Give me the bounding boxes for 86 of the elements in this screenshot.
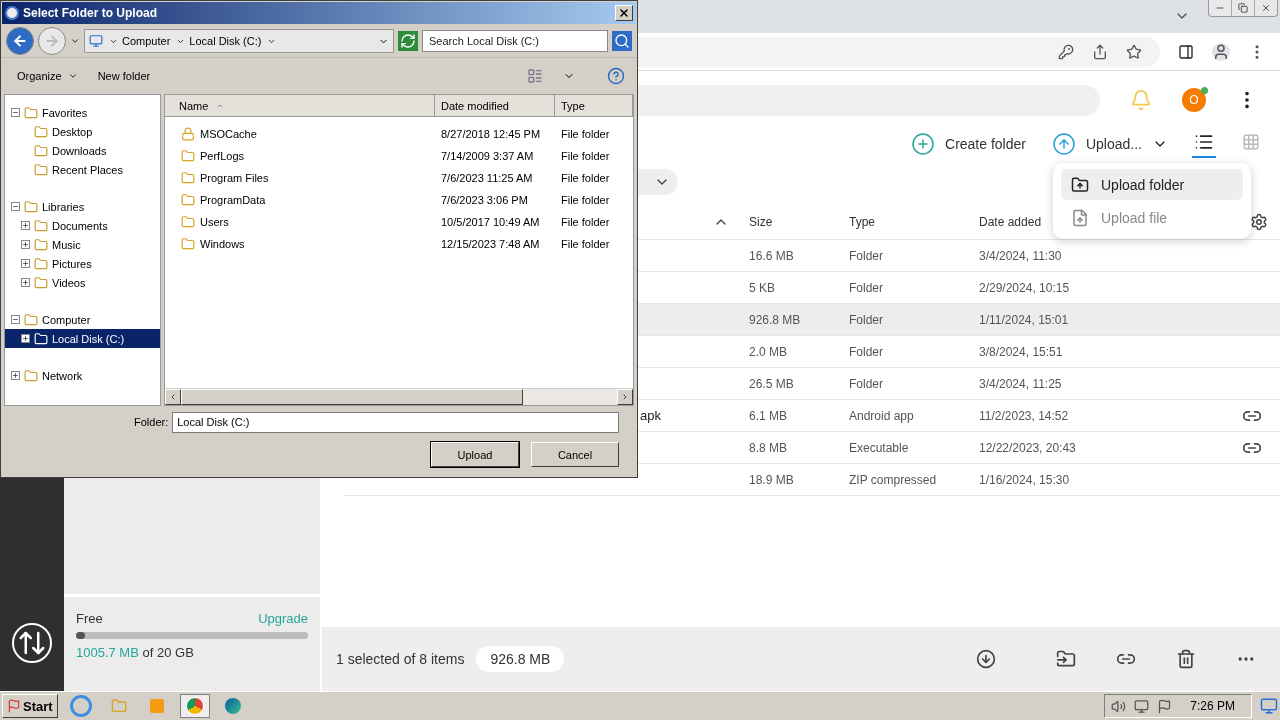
column-header[interactable]: Size: [749, 215, 849, 229]
date-cell-text: 7/6/2023 3:06 PM: [440, 194, 529, 206]
size-cell-text: 926.8 MB: [749, 312, 802, 327]
tree-item[interactable]: Favorites: [5, 103, 160, 122]
type-cell-text: File folder: [560, 128, 611, 140]
date-cell-text: 3/4/2024, 11:30: [979, 248, 1063, 263]
date-cell-text: 11/2/2023, 14:52: [979, 408, 1070, 423]
tree-item[interactable]: Music: [5, 235, 160, 254]
search-field[interactable]: Search Local Disk (C:): [422, 30, 608, 52]
tree-item[interactable]: Desktop: [5, 122, 160, 141]
tree-item[interactable]: Documents: [5, 216, 160, 235]
type-cell-text: Folder: [849, 280, 884, 295]
date-cell-text: 7/6/2023 11:25 AM: [440, 172, 534, 184]
date-cell-text: 1/11/2024, 15:01: [979, 312, 1070, 327]
tree-item[interactable]: Recent Places: [5, 160, 160, 179]
selection-count: 1 selected of 8 items: [336, 651, 465, 667]
date-cell-text: 12/15/2023 7:48 AM: [440, 238, 541, 250]
upload-button[interactable]: Upload...: [1051, 132, 1142, 156]
type-cell-text: File folder: [560, 172, 611, 184]
type-cell-text: File folder: [560, 238, 611, 250]
size-cell-text: 16.6 MB: [749, 248, 795, 263]
address-bar[interactable]: Computer Local Disk (C:): [84, 29, 394, 53]
type-cell-text: Executable: [849, 440, 910, 455]
date-cell-text: 7/14/2009 3:37 AM: [440, 150, 535, 162]
type-cell-text: File folder: [560, 216, 611, 228]
size-cell-text: 26.5 MB: [749, 376, 795, 391]
breadcrumb[interactable]: Computer: [122, 35, 171, 47]
file-name: MSOCache: [200, 128, 257, 140]
size-cell-text: 6.1 MB: [749, 408, 788, 423]
file-name: Users: [200, 216, 229, 228]
file-name: Program Files: [200, 172, 269, 184]
file-name: Windows: [200, 238, 245, 250]
date-cell-text: 3/8/2024, 15:51: [979, 344, 1064, 359]
type-cell-text: File folder: [560, 150, 611, 162]
column-header[interactable]: Name: [165, 95, 435, 116]
size-cell-text: 8.8 MB: [749, 440, 788, 455]
start-button[interactable]: Start: [2, 694, 58, 718]
plan-name: Free: [76, 611, 103, 626]
file-name: PerfLogs: [200, 150, 245, 162]
date-cell-text: 3/4/2024, 11:25: [979, 376, 1063, 391]
tree-item[interactable]: Downloads: [5, 141, 160, 160]
breadcrumb[interactable]: Local Disk (C:): [189, 35, 262, 47]
file-row[interactable]: Program Files 7/6/2023 11:25 AM File folder: [165, 167, 633, 189]
file-name: apk: [639, 408, 661, 423]
cancel-button[interactable]: Cancel: [531, 442, 619, 467]
upload-button[interactable]: Upload: [431, 442, 519, 467]
window-title: Select Folder to Upload: [23, 6, 157, 20]
column-header[interactable]: Type: [849, 215, 979, 229]
date-cell-text: 2/29/2024, 10:15: [979, 280, 1071, 295]
create-folder-button[interactable]: Create folder: [911, 132, 1026, 156]
menu-item[interactable]: Upload file: [1061, 202, 1243, 233]
file-row[interactable]: MSOCache 8/27/2018 12:45 PM File folder: [165, 123, 633, 145]
tree-item[interactable]: Videos: [5, 273, 160, 292]
date-cell-text: 8/27/2018 12:45 PM: [440, 128, 542, 140]
type-cell-text: File folder: [560, 194, 611, 206]
type-cell-text: ZIP compressed: [849, 472, 938, 487]
date-cell-text: 10/5/2017 10:49 AM: [440, 216, 541, 228]
type-cell-text: Folder: [849, 376, 884, 391]
column-header[interactable]: Type: [555, 95, 633, 116]
file-row[interactable]: ProgramData 7/6/2023 3:06 PM File folder: [165, 189, 633, 211]
file-name: ProgramData: [200, 194, 266, 206]
date-cell-text: 1/16/2024, 15:30: [979, 472, 1071, 487]
file-row[interactable]: Users 10/5/2017 10:49 AM File folder: [165, 211, 633, 233]
clock: 7:26 PM: [1190, 699, 1235, 713]
selection-size: 926.8 MB: [476, 646, 565, 672]
folder-label: Folder:: [134, 416, 169, 428]
tree-item[interactable]: Libraries: [5, 197, 160, 216]
folder-field[interactable]: Local Disk (C:): [172, 411, 619, 433]
storage-usage: 1005.7 MB of 20 GB: [76, 645, 195, 660]
type-cell-text: Android app: [849, 408, 915, 423]
tree-item[interactable]: Network: [5, 366, 160, 385]
menu-item[interactable]: Upload folder: [1061, 169, 1243, 200]
date-cell-text: 12/22/2023, 20:43: [979, 440, 1077, 455]
size-cell-text: 2.0 MB: [749, 344, 788, 359]
type-cell-text: Folder: [849, 312, 884, 327]
type-cell-text: Folder: [849, 248, 884, 263]
size-cell-text: 18.9 MB: [749, 472, 795, 487]
file-row[interactable]: PerfLogs 7/14/2009 3:37 AM File folder: [165, 145, 633, 167]
command-button[interactable]: Organize: [17, 70, 78, 82]
command-button[interactable]: New folder: [97, 70, 151, 82]
type-cell-text: Folder: [849, 344, 884, 359]
tree-item[interactable]: Computer: [5, 310, 160, 329]
column-header[interactable]: Date modified: [435, 95, 555, 116]
size-cell-text: 5 KB: [749, 280, 776, 295]
tree-item[interactable]: Pictures: [5, 254, 160, 273]
tree-item[interactable]: Local Disk (C:): [5, 329, 160, 348]
